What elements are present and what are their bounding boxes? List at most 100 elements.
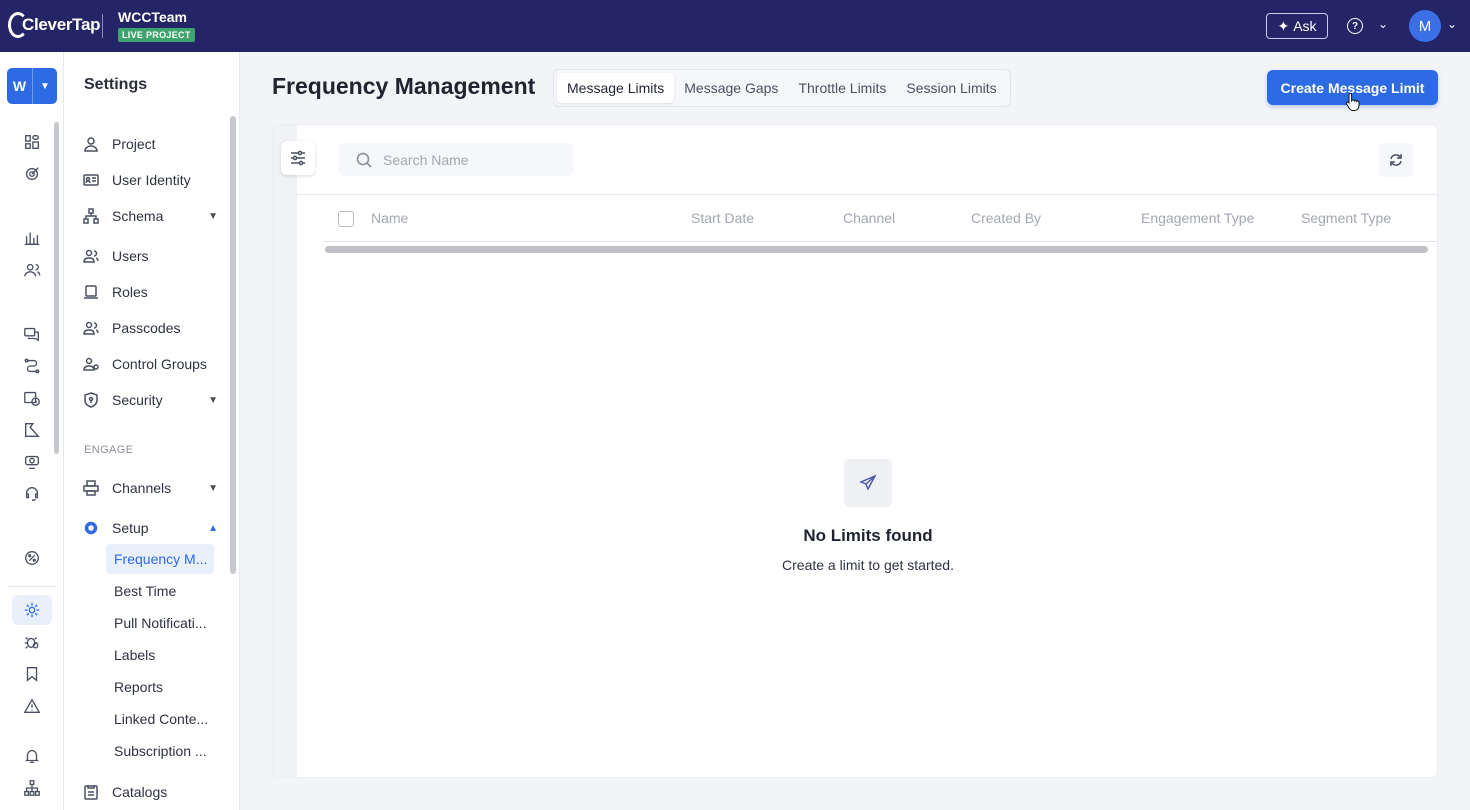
column-header-segment-type[interactable]: Segment Type [1301,210,1391,226]
select-all-checkbox[interactable] [338,211,354,227]
sidebar-subitem-labels[interactable]: Labels [106,640,214,670]
sidebar-item-control-groups[interactable]: Control Groups [82,352,218,376]
workspace-initial: W [7,68,33,104]
hand-cursor-icon [1345,92,1360,111]
journeys-icon[interactable] [22,356,42,376]
refresh-button[interactable] [1379,143,1413,177]
avatar[interactable]: M [1409,10,1441,42]
notification-bell-icon[interactable] [22,746,42,766]
user-icon [82,135,100,153]
search-field[interactable] [339,143,573,176]
sidebar-item-user-identity[interactable]: User Identity [82,168,218,192]
support-icon[interactable] [22,484,42,504]
search-icon [356,152,372,168]
sidebar-item-users[interactable]: Users [82,244,218,268]
ask-button[interactable]: ✦ Ask [1266,13,1328,39]
sidebar-item-channels[interactable]: Channels ▼ [82,476,218,500]
shield-icon [82,391,100,409]
tab-session-limits[interactable]: Session Limits [896,73,1006,103]
passcodes-icon [82,319,100,337]
chevron-down-icon: ▼ [208,210,218,222]
sidebar-item-label: User Identity [112,172,191,188]
workspace-switcher[interactable]: W ▼ [7,68,57,104]
settings-scrollbar[interactable] [230,116,236,574]
chevron-down-icon[interactable]: ⌄ [1447,17,1457,31]
tab-message-limits[interactable]: Message Limits [557,73,675,103]
sidebar-item-label: Passcodes [112,320,181,336]
top-bar: CleverTap WCCTeam LIVE PROJECT ✦ Ask ? ⌄… [0,0,1470,52]
sidebar-subitem-linked-content[interactable]: Linked Conte... [106,704,214,734]
sidebar-item-label: Project [112,136,156,152]
tab-message-gaps[interactable]: Message Gaps [674,73,788,103]
sidebar-subitem-best-time[interactable]: Best Time [106,576,214,606]
sidebar-item-label: Setup [112,520,149,536]
debug-icon[interactable] [22,632,42,652]
sidebar-item-label: Users [112,248,149,264]
sidebar-item-label: Channels [112,480,172,496]
sidebar-item-passcodes[interactable]: Passcodes [82,316,218,340]
sidebar-item-security[interactable]: Security ▼ [82,388,218,412]
engage-section-label: ENGAGE [84,444,134,456]
product-icon[interactable] [22,452,42,472]
chevron-down-icon[interactable]: ⌄ [1378,17,1388,31]
settings-sidebar: Settings Project User Identity Schema ▼ … [64,52,240,810]
sidebar-item-label: Control Groups [112,356,207,372]
analytics-icon[interactable] [22,228,42,248]
tab-throttle-limits[interactable]: Throttle Limits [788,73,896,103]
refresh-icon [1390,154,1402,166]
column-header-name[interactable]: Name [371,210,408,226]
messages-icon[interactable] [22,324,42,344]
ask-label: Ask [1293,18,1317,34]
sidebar-item-roles[interactable]: Roles [82,280,218,304]
clevertap-logo[interactable]: CleverTap [8,12,101,38]
sidebar-subitem-reports[interactable]: Reports [106,672,214,702]
catalog-icon [82,783,100,801]
help-icon[interactable]: ? [1347,18,1363,34]
sliders-icon [291,150,305,166]
sidebar-item-catalogs[interactable]: Catalogs [82,780,218,804]
target-icon[interactable] [22,164,42,184]
sidebar-item-project[interactable]: Project [82,132,218,156]
project-switcher[interactable]: WCCTeam LIVE PROJECT [118,9,195,43]
settings-title: Settings [84,76,148,93]
roles-icon [82,283,100,301]
horizontal-scrollbar[interactable] [325,246,1428,253]
empty-state-title: No Limits found [803,526,933,545]
sidebar-subitem-frequency-management[interactable]: Frequency M... [106,544,214,574]
scheduled-icon[interactable] [22,388,42,408]
filter-button[interactable] [281,141,315,175]
sitemap-icon[interactable] [22,778,42,798]
sidebar-item-setup[interactable]: Setup ▲ [82,516,218,540]
sidebar-item-schema[interactable]: Schema ▼ [82,204,218,228]
users-icon [82,247,100,265]
project-name: WCCTeam [118,9,187,25]
warning-icon[interactable] [22,696,42,716]
column-header-engagement-type[interactable]: Engagement Type [1141,210,1254,226]
id-card-icon [82,171,100,189]
column-header-channel[interactable]: Channel [843,210,895,226]
schema-icon [82,207,100,225]
segments-icon[interactable] [22,260,42,280]
rail-scrollbar[interactable] [54,122,59,454]
chevron-down-icon: ▼ [208,482,218,494]
sidebar-subitem-subscription[interactable]: Subscription ... [106,736,214,766]
live-project-badge: LIVE PROJECT [118,28,195,42]
sparkle-icon: ✦ [1277,17,1290,34]
rail-divider [8,586,56,587]
sidebar-item-label: Catalogs [112,784,168,800]
column-header-start-date[interactable]: Start Date [691,210,754,226]
sidebar-item-label: Security [112,392,163,408]
control-groups-icon [82,355,100,373]
icon-rail: W ▼ [0,52,64,810]
chevron-up-icon: ▲ [208,522,218,534]
column-header-created-by[interactable]: Created By [971,210,1041,226]
search-input[interactable] [383,151,553,168]
settings-gear-icon[interactable] [22,600,42,620]
send-icon [859,474,877,491]
sidebar-subitem-pull-notifications[interactable]: Pull Notificati... [106,608,214,638]
chevron-down-icon: ▼ [208,394,218,406]
offers-icon[interactable] [22,548,42,568]
dashboard-icon[interactable] [22,132,42,152]
bookmark-icon[interactable] [22,664,42,684]
experiments-icon[interactable] [22,420,42,440]
